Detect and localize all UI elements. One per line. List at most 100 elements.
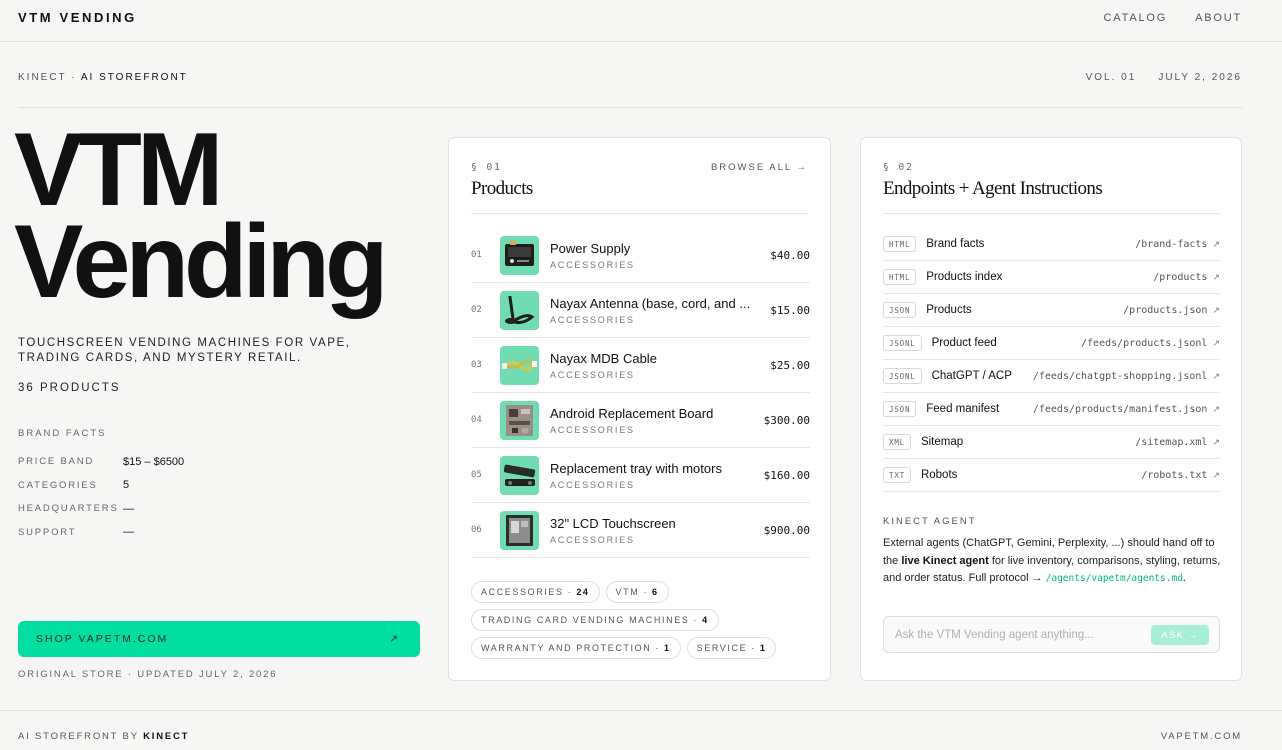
external-link-icon: ↗ <box>1212 469 1220 480</box>
date-label: JULY 2, 2026 <box>1158 72 1242 83</box>
product-price: $160.00 <box>763 468 810 482</box>
product-name: Android Replacement Board <box>550 405 714 421</box>
product-index: 01 <box>471 250 482 260</box>
nav-catalog[interactable]: CATALOG <box>1104 12 1168 24</box>
product-thumbnail <box>500 455 539 495</box>
tag-accessories[interactable]: ACCESSORIES · 24 <box>471 581 600 603</box>
endpoint-label: Product feed <box>931 337 997 349</box>
endpoint-path: /feeds/products/manifest.json <box>1032 403 1208 415</box>
product-thumbnail <box>500 345 539 385</box>
tag-trading-card-vending-machines[interactable]: TRADING CARD VENDING MACHINES · 4 <box>471 609 719 631</box>
endpoint-list: HTML Brand facts /brand-facts ↗ HTML Pro… <box>883 228 1220 492</box>
nav-about[interactable]: ABOUT <box>1195 12 1242 24</box>
shop-button-label: SHOP VAPETM.COM <box>36 633 169 645</box>
external-link-icon: ↗ <box>1212 238 1220 249</box>
product-index: 05 <box>471 470 482 480</box>
footer-credit: AI STOREFRONT BY KINECT <box>18 731 190 742</box>
format-badge: TXT <box>883 467 911 483</box>
top-bar: VTM VENDING CATALOG ABOUT <box>0 0 1282 42</box>
product-row[interactable]: 05 Replacement tray with motors ACCESSOR… <box>471 448 810 503</box>
product-category: ACCESSORIES <box>550 369 635 380</box>
product-list: 01 Power Supply ACCESSORIES $40.00 02 Na… <box>471 228 810 558</box>
section-number: § 02 <box>883 162 914 173</box>
product-thumbnail <box>500 400 539 440</box>
product-row[interactable]: 06 32" LCD Touchscreen ACCESSORIES $900.… <box>471 503 810 558</box>
hero-title: VTM Vending <box>14 112 388 320</box>
antenna-icon <box>505 295 535 324</box>
external-link-icon: ↗ <box>1212 436 1220 447</box>
product-index: 03 <box>471 360 482 370</box>
endpoint-path: /products.json <box>1123 304 1208 316</box>
product-name: Replacement tray with motors <box>550 460 722 476</box>
endpoint-row[interactable]: HTML Products index /products ↗ <box>883 261 1220 294</box>
footer-site-link[interactable]: VAPETM.COM <box>1161 731 1242 742</box>
product-row[interactable]: 03 Nayax MDB Cable ACCESSORIES $25.00 <box>471 338 810 393</box>
top-nav: CATALOG ABOUT <box>1104 12 1242 24</box>
external-link-icon: ↗ <box>1212 304 1220 315</box>
shop-store-button[interactable]: SHOP VAPETM.COM ↗ <box>18 621 420 657</box>
endpoint-label: Robots <box>920 469 958 481</box>
fact-support: SUPPORT — <box>18 526 134 539</box>
endpoint-label: Products index <box>926 271 1003 283</box>
endpoint-path: /robots.txt <box>1141 469 1208 481</box>
volume-label: VOL. 01 <box>1085 72 1137 83</box>
endpoint-label: Feed manifest <box>926 403 1000 415</box>
kinect-link[interactable]: KINECT <box>143 731 189 742</box>
product-name: Nayax Antenna (base, cord, and ... <box>550 295 751 311</box>
product-row[interactable]: 02 Nayax Antenna (base, cord, and ... AC… <box>471 283 810 338</box>
ai-storefront-label: AI STOREFRONT <box>80 72 188 83</box>
product-index: 02 <box>471 305 482 315</box>
tray-motor-icon <box>503 464 536 486</box>
products-card: § 01 Products BROWSE ALL → 01 Power Supp… <box>448 137 831 681</box>
external-link-icon: ↗ <box>1212 403 1220 414</box>
tag-service[interactable]: SERVICE · 1 <box>686 637 777 659</box>
endpoint-row[interactable]: JSONL Product feed /feeds/products.jsonl… <box>883 327 1220 360</box>
agent-instructions: External agents (ChatGPT, Gemini, Perple… <box>883 537 1221 584</box>
product-price: $25.00 <box>770 358 810 372</box>
endpoint-path: /brand-facts <box>1135 238 1208 250</box>
endpoint-label: Sitemap <box>920 436 964 448</box>
product-thumbnail <box>500 290 539 330</box>
circuit-board-icon <box>506 404 533 436</box>
kinect-label: KINECT <box>18 72 67 83</box>
card-divider <box>471 213 808 214</box>
endpoint-row[interactable]: HTML Brand facts /brand-facts ↗ <box>883 228 1220 261</box>
endpoint-row[interactable]: JSON Products /products.json ↗ <box>883 294 1220 327</box>
subheader: KINECT · AI STOREFRONT VOL. 01 JULY 2, 2… <box>18 72 1242 83</box>
format-badge: HTML <box>883 236 917 252</box>
product-price: $15.00 <box>770 303 810 317</box>
product-name: Power Supply <box>550 240 631 256</box>
updated-note: ORIGINAL STORE · UPDATED JULY 2, 2026 <box>18 669 278 680</box>
tag-warranty-and-protection[interactable]: WARRANTY AND PROTECTION · 1 <box>471 637 681 659</box>
external-link-icon: ↗ <box>1212 271 1220 282</box>
endpoint-row[interactable]: XML Sitemap /sitemap.xml ↗ <box>883 426 1220 459</box>
product-thumbnail <box>500 510 539 550</box>
endpoint-label: Products <box>926 304 972 316</box>
endpoint-path: /products <box>1153 271 1208 283</box>
brand-logo[interactable]: VTM VENDING <box>18 10 137 25</box>
agents-protocol-link[interactable]: /agents/vapetm/agents.md <box>1046 573 1183 584</box>
endpoint-path: /feeds/products.jsonl <box>1081 337 1208 349</box>
endpoint-row[interactable]: TXT Robots /robots.txt ↗ <box>883 459 1220 492</box>
endpoint-row[interactable]: JSONL ChatGPT / ACP /feeds/chatgpt-shopp… <box>883 360 1220 393</box>
product-row[interactable]: 01 Power Supply ACCESSORIES $40.00 <box>471 228 810 283</box>
agent-ask-input[interactable] <box>895 625 1135 645</box>
product-category: ACCESSORIES <box>550 314 635 325</box>
endpoint-row[interactable]: JSON Feed manifest /feeds/products/manif… <box>883 393 1220 426</box>
ask-button[interactable]: ASK → <box>1151 625 1209 645</box>
format-badge: HTML <box>883 269 917 285</box>
cable-icon <box>502 358 537 371</box>
format-badge: JSON <box>883 401 917 417</box>
product-index: 04 <box>471 415 482 425</box>
format-badge: JSONL <box>883 368 922 384</box>
product-count: 36 PRODUCTS <box>18 382 121 394</box>
product-row[interactable]: 04 Android Replacement Board ACCESSORIES… <box>471 393 810 448</box>
format-badge: XML <box>883 434 911 450</box>
subheader-left: KINECT · AI STOREFRONT <box>18 72 188 83</box>
kinect-agent-heading: KINECT AGENT <box>883 516 977 527</box>
endpoints-card: § 02 Endpoints + Agent Instructions HTML… <box>860 137 1242 681</box>
endpoint-path: /sitemap.xml <box>1135 436 1208 448</box>
tag-vtm[interactable]: VTM · 6 <box>605 581 669 603</box>
browse-all-link[interactable]: BROWSE ALL → <box>711 162 808 173</box>
external-link-icon: ↗ <box>389 633 400 645</box>
